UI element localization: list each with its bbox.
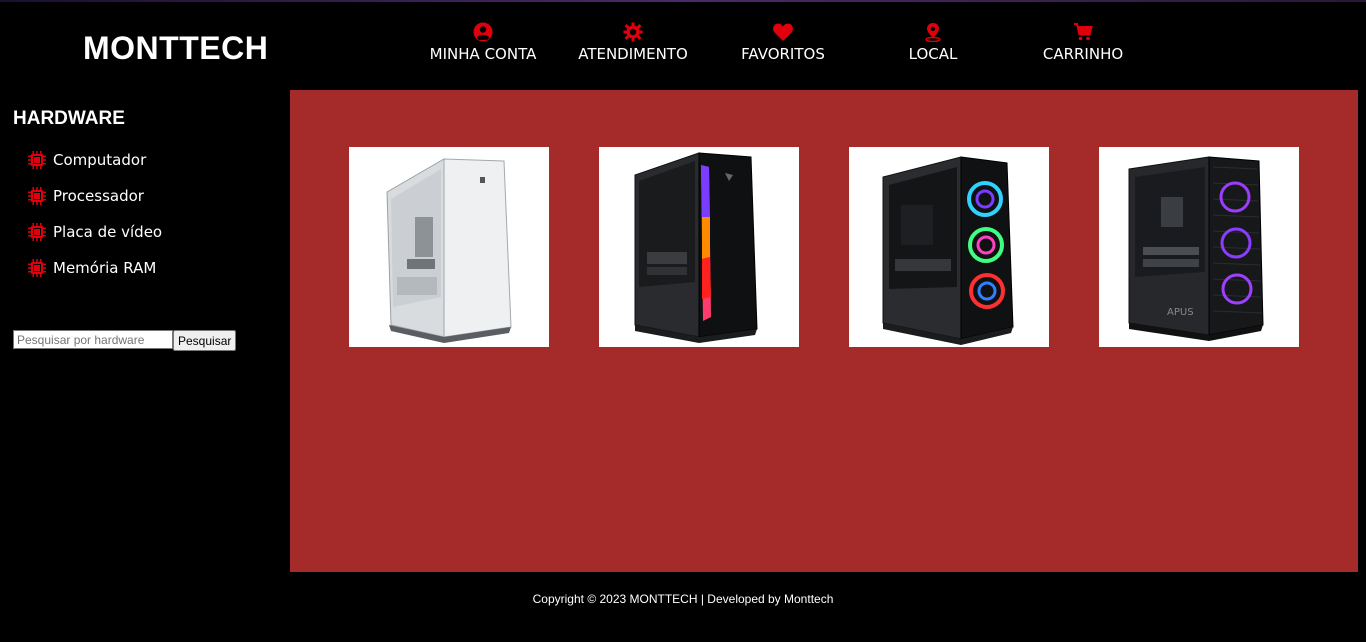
top-gradient-line [0, 0, 1366, 2]
location-pin-icon [925, 23, 941, 42]
sidebar-item-computador[interactable]: Computador [27, 149, 146, 171]
nav-label: MINHA CONTA [429, 45, 537, 63]
nav-minha-conta[interactable]: MINHA CONTA [408, 22, 558, 64]
chip-icon [28, 223, 46, 241]
user-circle-icon [473, 22, 493, 42]
nav-label: LOCAL [908, 45, 958, 63]
support-gear-icon [623, 22, 643, 42]
search-button[interactable]: Pesquisar [173, 330, 237, 351]
product-panel: APUS [290, 90, 1358, 572]
nav-label: ATENDIMENTO [578, 45, 688, 63]
footer-copyright: Copyright © 2023 MONTTECH | Developed by… [532, 592, 834, 606]
chip-icon [28, 259, 46, 277]
black-rgb-fans-pc-case-image [882, 156, 1014, 345]
search-form: Pesquisar [13, 330, 237, 351]
nav-label: FAVORITOS [741, 45, 825, 63]
sidebar-item-memoria-ram[interactable]: Memória RAM [27, 257, 156, 279]
cart-icon [1074, 23, 1093, 41]
white-pc-case-image [386, 158, 512, 343]
sidebar-item-label: Memória RAM [53, 259, 157, 277]
nav-carrinho[interactable]: CARRINHO [1008, 22, 1158, 64]
black-rgb-strip-pc-case-image [634, 152, 758, 343]
chip-icon [28, 151, 46, 169]
nav-favoritos[interactable]: FAVORITOS [708, 22, 858, 64]
product-card[interactable]: APUS [1099, 147, 1299, 347]
black-mesh-rgb-pc-case-image: APUS [1128, 156, 1264, 341]
sidebar-item-processador[interactable]: Processador [27, 185, 144, 207]
sidebar-item-label: Computador [53, 151, 147, 169]
nav-label: CARRINHO [1042, 45, 1124, 63]
chip-icon [28, 187, 46, 205]
sidebar-item-placa-de-video[interactable]: Placa de vídeo [27, 221, 162, 243]
sidebar-item-label: Placa de vídeo [53, 223, 163, 241]
product-card[interactable] [349, 147, 549, 347]
product-card[interactable] [849, 147, 1049, 347]
sidebar-title: HARDWARE [13, 108, 125, 129]
svg-text:APUS: APUS [1167, 307, 1194, 318]
sidebar-item-label: Processador [53, 187, 144, 205]
logo[interactable]: MONTTECH [83, 30, 268, 67]
nav-atendimento[interactable]: ATENDIMENTO [558, 22, 708, 64]
nav-local[interactable]: LOCAL [858, 22, 1008, 64]
heart-icon [773, 23, 793, 41]
search-input[interactable] [13, 330, 173, 349]
product-card[interactable] [599, 147, 799, 347]
